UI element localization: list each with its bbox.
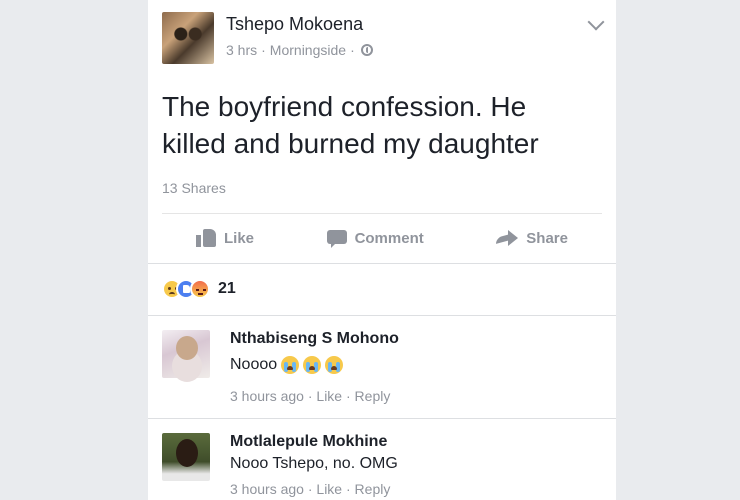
comment-text: Noooo <box>230 356 344 374</box>
comment-time[interactable]: 3 hours ago <box>230 388 304 404</box>
crying-face-icon <box>325 356 344 374</box>
reaction-count: 21 <box>218 280 236 297</box>
crying-face-icon <box>303 356 322 374</box>
divider <box>148 418 616 419</box>
comment-text: Nooo Tshepo, no. OMG <box>230 455 398 473</box>
comment-reply-link[interactable]: Reply <box>355 388 391 404</box>
comment-item: Motlalepule Mokhine Nooo Tshepo, no. OMG… <box>162 433 602 500</box>
comment-meta: 3 hours ago · Like · Reply <box>230 481 391 497</box>
divider <box>148 263 616 264</box>
author-name[interactable]: Tshepo Mokoena <box>226 14 363 35</box>
divider <box>148 315 616 316</box>
meta-separator: · <box>350 42 355 58</box>
action-bar: Like Comment Share <box>162 214 602 262</box>
post-card: Tshepo Mokoena 3 hrs · Morningside · The… <box>148 0 616 500</box>
shares-count[interactable]: 13 Shares <box>162 180 226 196</box>
meta-separator: · <box>261 42 266 58</box>
commenter-name[interactable]: Motlalepule Mokhine <box>230 433 387 451</box>
like-button[interactable]: Like <box>196 229 254 247</box>
chevron-down-icon[interactable] <box>587 13 605 31</box>
post-meta: 3 hrs · Morningside · <box>226 42 373 58</box>
globe-icon[interactable] <box>360 44 373 56</box>
comment-label: Comment <box>354 229 424 247</box>
comment-reply-link[interactable]: Reply <box>355 481 391 497</box>
comment-body: Noooo <box>230 356 278 373</box>
post-header: Tshepo Mokoena 3 hrs · Morningside · <box>162 12 605 66</box>
commenter-avatar[interactable] <box>162 433 210 481</box>
post-time[interactable]: 3 hrs <box>226 42 257 58</box>
author-avatar[interactable] <box>162 12 214 64</box>
share-label: Share <box>526 229 568 247</box>
crying-face-icon <box>281 356 300 374</box>
comment-time[interactable]: 3 hours ago <box>230 481 304 497</box>
comment-icon <box>326 229 347 248</box>
share-button[interactable]: Share <box>496 230 568 247</box>
commenter-avatar[interactable] <box>162 330 210 378</box>
post-location[interactable]: Morningside <box>270 42 346 58</box>
like-label: Like <box>224 229 255 247</box>
comment-meta: 3 hours ago · Like · Reply <box>230 388 391 404</box>
comment-button[interactable]: Comment <box>326 229 424 248</box>
comment-body: Nooo Tshepo, no. OMG <box>230 455 398 472</box>
comment-like-link[interactable]: Like <box>316 388 342 404</box>
comment-item: Nthabiseng S Mohono Noooo 3 hours ago · … <box>162 330 602 410</box>
comment-like-link[interactable]: Like <box>316 481 342 497</box>
angry-reaction-icon <box>190 279 210 299</box>
commenter-name[interactable]: Nthabiseng S Mohono <box>230 330 399 348</box>
thumbs-up-icon <box>196 229 216 247</box>
share-arrow-icon <box>496 230 519 246</box>
reactions-summary[interactable]: 21 <box>162 279 236 299</box>
post-text: The boyfriend confession. He killed and … <box>162 91 539 159</box>
